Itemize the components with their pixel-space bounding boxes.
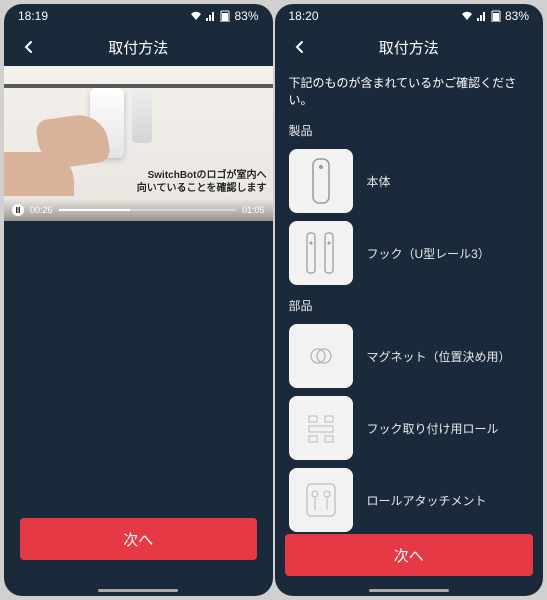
video-controls: 00:26 01:05 xyxy=(4,199,273,221)
phone-right: 18:20 83% 取付方法 下記のものが含まれているかご確認ください。 製品 xyxy=(275,4,544,596)
list-item: マグネット（位置決め用） xyxy=(275,320,544,392)
thumb-magnet xyxy=(289,324,353,388)
content-area: 下記のものが含まれているかご確認ください。 製品 本体 フック（U型レール3） … xyxy=(275,66,544,596)
status-time: 18:19 xyxy=(18,9,48,23)
roll-icon xyxy=(301,408,341,448)
pause-icon xyxy=(15,207,21,213)
back-button[interactable] xyxy=(285,32,315,62)
status-battery: 83% xyxy=(505,9,529,23)
video-duration: 01:05 xyxy=(242,205,265,215)
app-header: 取付方法 xyxy=(4,28,273,66)
video-frame: SwitchBotのロゴが室内へ 向いていることを確認します xyxy=(4,66,273,221)
list-item: フック取り付け用ロール xyxy=(275,392,544,464)
device-body-icon xyxy=(309,157,333,205)
wifi-icon xyxy=(461,11,473,21)
signal-icon xyxy=(477,11,487,21)
chevron-left-icon xyxy=(22,40,36,54)
status-right: 83% xyxy=(461,9,529,23)
status-bar: 18:20 83% xyxy=(275,4,544,28)
video-progress[interactable] xyxy=(59,209,236,211)
section-parts: 部品 xyxy=(275,289,544,320)
wifi-icon xyxy=(190,11,202,21)
next-label: 次へ xyxy=(123,529,153,550)
item-label: 本体 xyxy=(367,173,391,190)
video-caption: SwitchBotのロゴが室内へ 向いていることを確認します xyxy=(137,169,267,195)
next-button[interactable]: 次へ xyxy=(20,518,257,560)
video-current-time: 00:26 xyxy=(30,205,53,215)
magnet-icon xyxy=(306,341,336,371)
list-item: フック（U型レール3） xyxy=(275,217,544,289)
item-label: フック取り付け用ロール xyxy=(367,420,499,437)
next-label: 次へ xyxy=(394,545,424,566)
next-button[interactable]: 次へ xyxy=(285,534,534,576)
item-label: ロールアタッチメント xyxy=(367,492,487,509)
play-button[interactable] xyxy=(12,204,24,216)
status-time: 18:20 xyxy=(289,9,319,23)
content-area: SwitchBotのロゴが室内へ 向いていることを確認します 00:26 01:… xyxy=(4,66,273,596)
thumb-body xyxy=(289,149,353,213)
thumb-roll xyxy=(289,396,353,460)
status-bar: 18:19 83% xyxy=(4,4,273,28)
page-title: 取付方法 xyxy=(275,37,544,58)
home-indicator[interactable] xyxy=(369,589,449,592)
thumb-attachment xyxy=(289,468,353,532)
status-right: 83% xyxy=(190,9,258,23)
chevron-left-icon xyxy=(293,40,307,54)
attachment-icon xyxy=(303,480,339,520)
item-label: フック（U型レール3） xyxy=(367,245,490,262)
home-indicator[interactable] xyxy=(98,589,178,592)
battery-icon xyxy=(220,10,230,22)
status-battery: 83% xyxy=(234,9,258,23)
video-player[interactable]: SwitchBotのロゴが室内へ 向いていることを確認します 00:26 01:… xyxy=(4,66,273,221)
signal-icon xyxy=(206,11,216,21)
back-button[interactable] xyxy=(14,32,44,62)
instruction-text: 下記のものが含まれているかご確認ください。 xyxy=(275,66,544,114)
item-label: マグネット（位置決め用） xyxy=(367,348,511,365)
app-header: 取付方法 xyxy=(275,28,544,66)
hook-icon xyxy=(301,229,341,277)
page-title: 取付方法 xyxy=(4,37,273,58)
section-products: 製品 xyxy=(275,114,544,145)
thumb-hook xyxy=(289,221,353,285)
phone-left: 18:19 83% 取付方法 xyxy=(4,4,273,596)
list-item: 本体 xyxy=(275,145,544,217)
list-item: ロールアタッチメント xyxy=(275,464,544,536)
battery-icon xyxy=(491,10,501,22)
